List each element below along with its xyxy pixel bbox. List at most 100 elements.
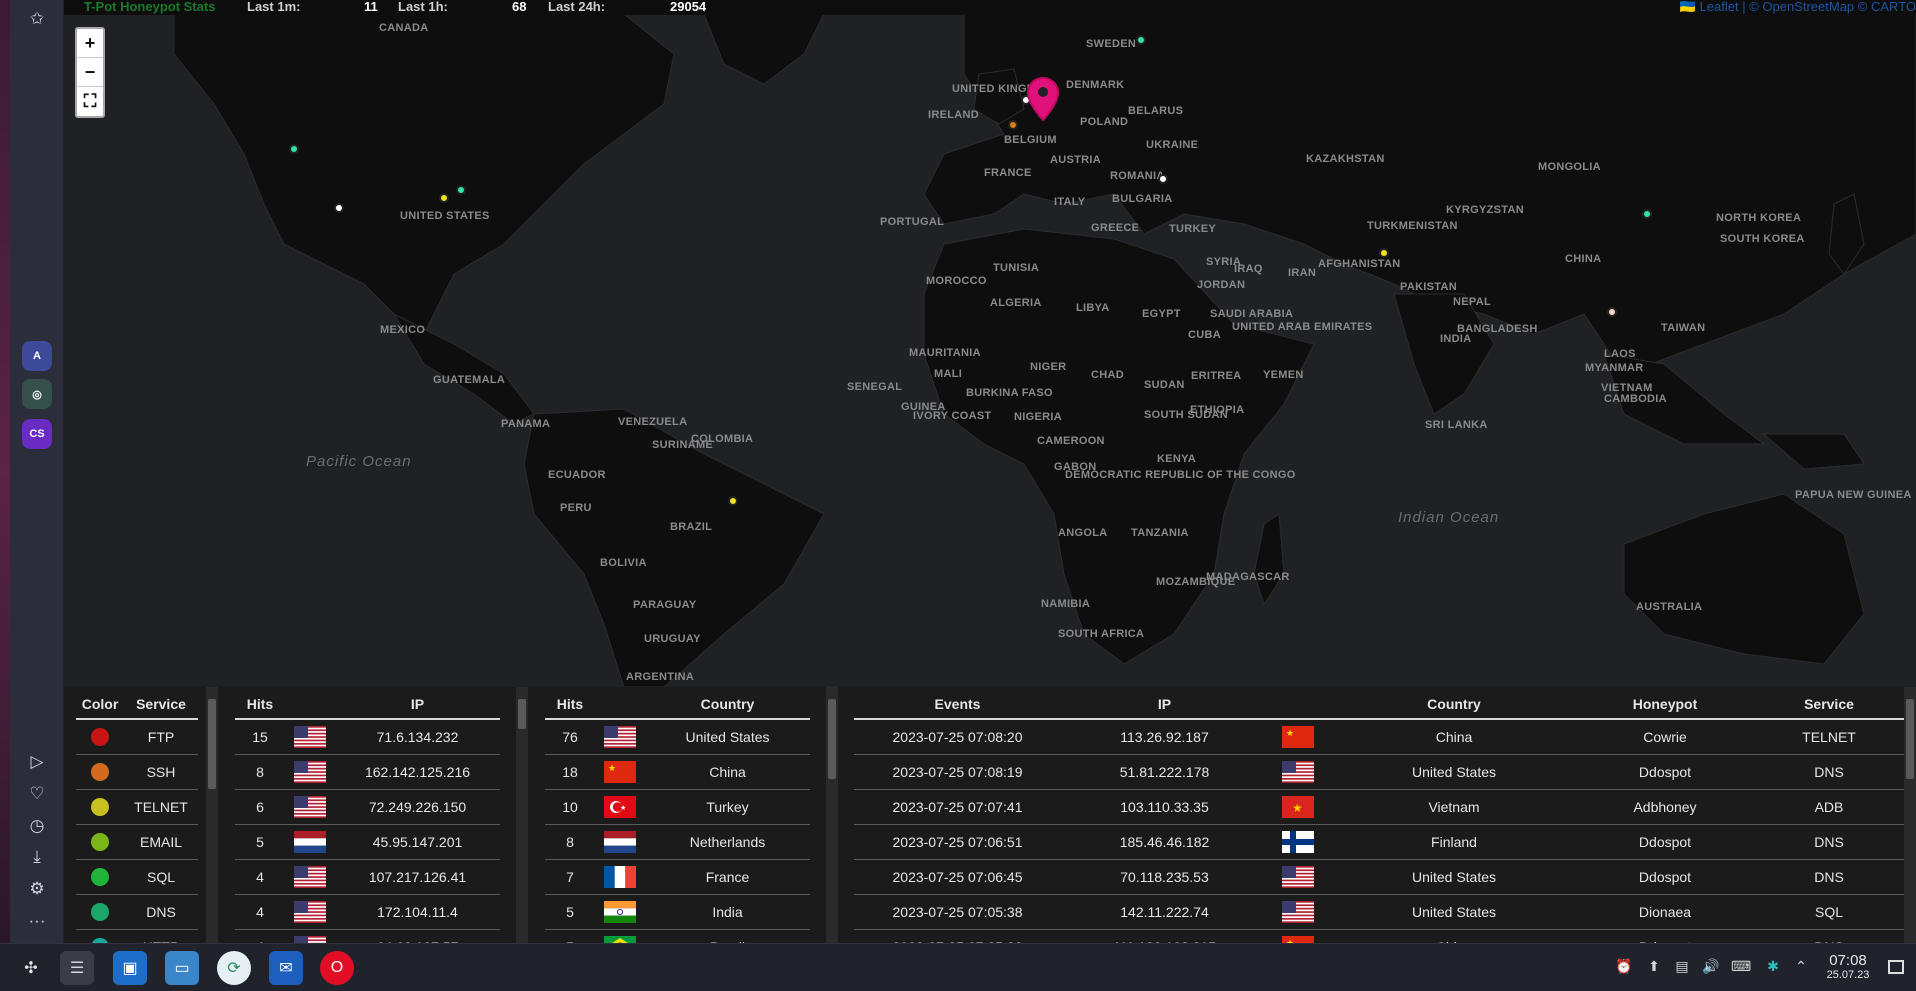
attack-map[interactable]: CANADA SWEDEN UNITED KINGDOM IRELAND DENMARK… xyxy=(64,14,1916,687)
opera-browser-icon[interactable]: O xyxy=(320,951,354,985)
attack-marker[interactable] xyxy=(1008,120,1018,130)
event-row[interactable]: 2023-07-25 07:05:38 142.11.222.74 United… xyxy=(854,894,1908,930)
system-settings-icon[interactable]: ☰ xyxy=(60,951,94,985)
event-row[interactable]: 2023-07-25 07:08:19 51.81.222.178 United… xyxy=(854,754,1908,790)
top-country-row[interactable]: 8 Netherlands xyxy=(545,824,810,860)
top-ip-row[interactable]: 5 45.95.147.201 xyxy=(235,824,500,860)
updates-icon[interactable]: ⬆ xyxy=(1644,958,1664,978)
map-country-label: ANGOLA xyxy=(1058,527,1108,539)
top-country-row[interactable]: 10 ★ Turkey xyxy=(545,789,810,825)
map-country-label: ARGENTINA xyxy=(626,671,695,683)
attack-marker[interactable] xyxy=(1642,209,1652,219)
top-countries-scrollbar[interactable] xyxy=(826,687,838,943)
top-country-row[interactable]: 18 ★ China xyxy=(545,754,810,790)
top-ip-row[interactable]: 8 162.142.125.216 xyxy=(235,754,500,790)
show-desktop-icon[interactable] xyxy=(1888,960,1904,974)
country-flag-icon: ★ xyxy=(1268,719,1328,755)
player-icon[interactable]: ▷ xyxy=(19,746,55,778)
alarm-icon[interactable]: ⏰ xyxy=(1614,958,1634,978)
top-ip-row[interactable]: 4 107.217.126.41 xyxy=(235,859,500,895)
sidebar-app-aria-icon[interactable]: A xyxy=(22,341,52,371)
top-country-row[interactable]: 5 India xyxy=(545,894,810,930)
map-country-label: MYANMAR xyxy=(1585,362,1644,374)
ip-address: 107.217.126.41 xyxy=(335,859,500,895)
top-country-row[interactable]: 76 United States xyxy=(545,719,810,755)
event-row[interactable]: 2023-07-25 07:07:41 103.110.33.35 ★ Viet… xyxy=(854,789,1908,825)
hits-value: 6 xyxy=(235,789,285,825)
last-1h-label: Last 1h: xyxy=(398,0,448,14)
ip-address: 64.62.197.57 xyxy=(335,929,500,943)
attack-marker[interactable] xyxy=(1607,307,1617,317)
attack-marker[interactable] xyxy=(456,185,466,195)
event-service: DNS xyxy=(1750,824,1908,860)
zoom-out-button[interactable]: − xyxy=(77,58,103,87)
event-country: United States xyxy=(1328,754,1580,790)
attack-marker[interactable] xyxy=(1158,174,1168,184)
event-ip: 70.118.235.53 xyxy=(1061,859,1268,895)
service-color-swatch xyxy=(76,824,124,860)
country-flag-icon xyxy=(285,859,335,895)
attack-marker[interactable] xyxy=(728,496,738,506)
zoom-in-button[interactable]: + xyxy=(77,29,103,58)
top-country-row[interactable]: 5 Brazil xyxy=(545,929,810,943)
sidebar-app-chatgpt-icon[interactable]: ◎ xyxy=(22,379,52,409)
fullscreen-button[interactable]: ⛶ xyxy=(77,87,103,116)
top-ip-row[interactable]: 4 172.104.11.4 xyxy=(235,894,500,930)
map-country-label: CUBA xyxy=(1188,329,1221,341)
map-country-label: DENMARK xyxy=(1066,79,1125,91)
map-country-label: SWEDEN xyxy=(1086,38,1137,50)
event-row[interactable]: 2023-07-25 07:05:30 111.180.193.215 ★ Ch… xyxy=(854,929,1908,943)
pinboard-heart-icon[interactable]: ♡ xyxy=(19,778,55,810)
mail-client-icon[interactable]: ✉ xyxy=(269,951,303,985)
app-launcher-icon[interactable]: ✣ xyxy=(14,951,48,985)
event-row[interactable]: 2023-07-25 07:08:20 113.26.92.187 ★ Chin… xyxy=(854,719,1908,755)
map-country-label: SOUTH SUDAN xyxy=(1144,409,1228,421)
system-clock[interactable]: 07:08 25.07.23 xyxy=(1820,952,1876,982)
event-service: DNS xyxy=(1750,754,1908,790)
event-row[interactable]: 2023-07-25 07:06:45 70.118.235.53 United… xyxy=(854,859,1908,895)
legend-row: SQL xyxy=(76,859,198,895)
show-hidden-icons-chevron-icon[interactable]: ⌃ xyxy=(1791,958,1811,978)
event-row[interactable]: 2023-07-25 07:06:51 185.46.46.182 Finlan… xyxy=(854,824,1908,860)
top-ip-row[interactable]: 15 71.6.134.232 xyxy=(235,719,500,755)
map-country-label: SENEGAL xyxy=(847,381,903,393)
discover-store-icon[interactable]: ▣ xyxy=(113,951,147,985)
top-ips-scrollbar[interactable] xyxy=(516,687,528,943)
ip-header: IP xyxy=(1061,690,1268,720)
file-manager-icon[interactable]: ▭ xyxy=(165,951,199,985)
attack-marker[interactable] xyxy=(1379,248,1389,258)
speed-dial-icon[interactable]: ✩ xyxy=(19,3,55,35)
map-attribution-link[interactable]: 🇺🇦 Leaflet | © OpenStreetMap © CARTO xyxy=(1680,0,1916,14)
downloads-icon[interactable]: ⤓ xyxy=(19,841,55,873)
event-timestamp: 2023-07-25 07:07:41 xyxy=(854,789,1061,825)
map-country-label: LAOS xyxy=(1604,348,1636,360)
event-service: ADB xyxy=(1750,789,1908,825)
map-country-label: MEXICO xyxy=(380,324,426,336)
network-icon[interactable]: ⌨ xyxy=(1731,958,1751,978)
events-scrollbar[interactable] xyxy=(1904,687,1916,943)
attack-marker[interactable] xyxy=(334,203,344,213)
more-options-icon[interactable]: ··· xyxy=(19,905,55,937)
sidebar-app-cs-icon[interactable]: CS xyxy=(22,419,52,449)
legend-scrollbar[interactable] xyxy=(206,687,218,943)
attack-marker[interactable] xyxy=(439,193,449,203)
attack-marker[interactable] xyxy=(289,144,299,154)
map-country-label: PAKISTAN xyxy=(1400,281,1457,293)
volume-icon[interactable]: 🔊 xyxy=(1701,958,1721,978)
honeypot-location-pin-icon[interactable] xyxy=(1026,76,1060,122)
sync-app-icon[interactable]: ⟳ xyxy=(217,951,251,985)
history-clock-icon[interactable]: ◷ xyxy=(19,810,55,842)
vpn-icon[interactable]: ✱ xyxy=(1763,958,1783,978)
top-country-row[interactable]: 7 France xyxy=(545,859,810,895)
country-flag-icon xyxy=(595,929,645,943)
top-ip-row[interactable]: 6 72.249.226.150 xyxy=(235,789,500,825)
settings-gear-icon[interactable]: ⚙ xyxy=(19,873,55,905)
attack-marker[interactable] xyxy=(1136,35,1146,45)
clipboard-icon[interactable]: ▤ xyxy=(1672,958,1692,978)
map-country-label: SOUTH KOREA xyxy=(1720,233,1805,245)
country-flag-icon xyxy=(285,824,335,860)
top-countries-table: Hits Country 76 United States 18 ★ China 1… xyxy=(545,690,810,943)
event-country: United States xyxy=(1328,894,1580,930)
top-ip-row[interactable]: 4 64.62.197.57 xyxy=(235,929,500,943)
service-color-swatch xyxy=(76,929,124,943)
